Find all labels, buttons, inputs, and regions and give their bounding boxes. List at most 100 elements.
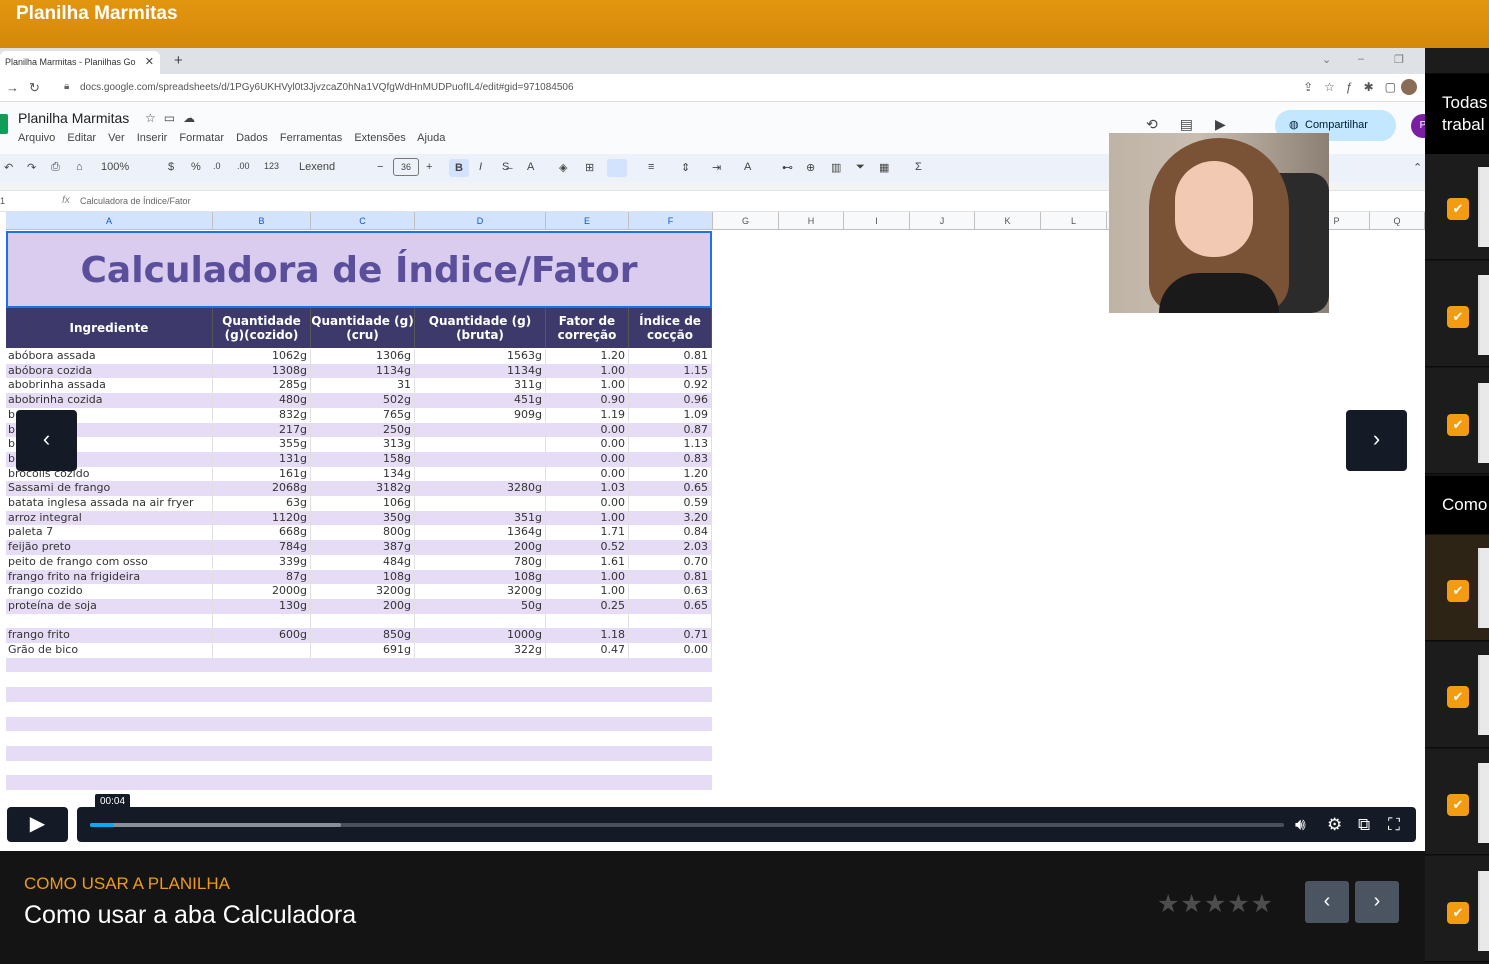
sheet-banner[interactable]: Calculadora de Índice/Fator: [6, 231, 712, 308]
table-cell[interactable]: 161g: [213, 466, 311, 482]
menu-item[interactable]: Extensões: [354, 132, 405, 144]
table-cell[interactable]: 0.00: [546, 451, 629, 467]
column-header[interactable]: L: [1041, 212, 1107, 230]
table-cell[interactable]: 1.71: [546, 525, 629, 541]
lesson-item[interactable]: ✔: [1425, 642, 1489, 748]
table-cell[interactable]: 1000g: [415, 628, 546, 643]
column-header[interactable]: I: [844, 212, 910, 230]
font-size-input[interactable]: 36: [393, 158, 419, 176]
table-cell[interactable]: 1308g: [213, 363, 311, 379]
table-cell[interactable]: 350g: [311, 510, 415, 526]
table-cell[interactable]: 3280g: [415, 481, 546, 496]
table-cell[interactable]: 909g: [415, 407, 546, 423]
table-cell[interactable]: 784g: [213, 540, 311, 555]
column-header[interactable]: K: [975, 212, 1041, 230]
table-row[interactable]: feijão preto 784g 387g 200g 0.52 2.03: [6, 540, 712, 555]
table-row[interactable]: frango cozido 2000g 3200g 3200g 1.00 0.63: [6, 584, 712, 599]
table-cell[interactable]: 780g: [415, 554, 546, 570]
table-cell[interactable]: [415, 451, 546, 467]
column-header[interactable]: E: [546, 212, 629, 230]
table-cell[interactable]: 0.59: [629, 496, 712, 511]
minimize-icon[interactable]: –: [1358, 53, 1364, 65]
zoom-select[interactable]: 100%: [101, 161, 129, 173]
table-cell[interactable]: peito de frango com osso: [6, 554, 213, 570]
table-cell[interactable]: abóbora assada: [6, 349, 213, 364]
rating-stars[interactable]: ★★★★★: [1157, 889, 1274, 919]
browser-tab[interactable]: Planilha Marmitas - Planilhas Go ✕: [0, 51, 160, 74]
text-color-icon[interactable]: A: [527, 161, 534, 173]
table-cell[interactable]: 158g: [311, 451, 415, 467]
table-cell[interactable]: frango frito na frigideira: [6, 569, 213, 585]
table-cell[interactable]: 0.92: [629, 378, 712, 394]
table-cell[interactable]: feijão preto: [6, 540, 213, 555]
wrap-icon[interactable]: ⇥: [712, 161, 721, 174]
sheets-logo-icon[interactable]: [0, 114, 8, 134]
table-cell[interactable]: 1.20: [546, 349, 629, 364]
table-cell[interactable]: 1.00: [546, 510, 629, 526]
lesson-item[interactable]: ✔: [1425, 749, 1489, 855]
table-row[interactable]: brócolis cozido 161g 134g 0.00 1.20: [6, 466, 712, 482]
chevron-down-icon[interactable]: ⌄: [1322, 53, 1331, 66]
table-cell[interactable]: 1134g: [415, 363, 546, 379]
table-cell[interactable]: proteína de soja: [6, 598, 213, 614]
table-cell[interactable]: [415, 613, 546, 629]
table-row[interactable]: [6, 613, 712, 629]
restore-icon[interactable]: ❐: [1394, 53, 1404, 66]
menu-item[interactable]: Formatar: [179, 132, 224, 144]
percent-format[interactable]: %: [191, 161, 201, 173]
table-cell[interactable]: 1.00: [546, 378, 629, 394]
table-cell[interactable]: 87g: [213, 569, 311, 585]
table-cell[interactable]: 1.15: [629, 363, 712, 379]
menu-item[interactable]: Ferramentas: [280, 132, 342, 144]
previous-slide-button[interactable]: ‹: [16, 410, 77, 471]
table-cell[interactable]: 3.20: [629, 510, 712, 526]
table-cell[interactable]: 134g: [311, 466, 415, 482]
table-cell[interactable]: 200g: [415, 540, 546, 555]
column-header[interactable]: G: [713, 212, 779, 230]
table-cell[interactable]: 1.03: [546, 481, 629, 496]
table-cell[interactable]: 0.71: [629, 628, 712, 643]
next-slide-button[interactable]: ›: [1346, 410, 1407, 471]
menu-item[interactable]: Editar: [67, 132, 96, 144]
menu-item[interactable]: Inserir: [137, 132, 168, 144]
table-cell[interactable]: 451g: [415, 393, 546, 408]
table-cell[interactable]: [415, 466, 546, 482]
history-comment-meet-icons[interactable]: ⟲▤▶: [1146, 116, 1248, 133]
table-cell[interactable]: [415, 422, 546, 438]
filter-icon[interactable]: ⏷: [856, 161, 865, 174]
table-cell[interactable]: [546, 613, 629, 629]
table-cell[interactable]: 0.63: [629, 584, 712, 599]
table-cell[interactable]: 0.87: [629, 422, 712, 438]
table-cell[interactable]: 480g: [213, 393, 311, 408]
table-cell[interactable]: [415, 437, 546, 452]
new-tab-icon[interactable]: +: [174, 52, 183, 69]
table-row[interactable]: frango frito 600g 850g 1000g 1.18 0.71: [6, 628, 712, 643]
picture-in-picture-icon[interactable]: ⧉: [1358, 815, 1370, 835]
table-cell[interactable]: 1.00: [546, 363, 629, 379]
merge-cells-icon[interactable]: [607, 159, 627, 177]
table-cell[interactable]: 108g: [415, 569, 546, 585]
table-cell[interactable]: 131g: [213, 451, 311, 467]
bold-button[interactable]: B: [449, 159, 469, 177]
table-cell[interactable]: 63g: [213, 496, 311, 511]
empty-row[interactable]: [6, 731, 712, 746]
back-forward-reload-icons[interactable]: →↻: [6, 80, 50, 96]
column-header[interactable]: F: [629, 212, 713, 230]
table-row[interactable]: Grão de bico 691g 322g 0.47 0.00: [6, 643, 712, 658]
strikethrough-icon[interactable]: S̶: [502, 161, 509, 173]
table-cell[interactable]: 351g: [415, 510, 546, 526]
empty-row[interactable]: [6, 775, 712, 790]
column-header[interactable]: A: [6, 212, 213, 230]
table-cell[interactable]: 0.25: [546, 598, 629, 614]
table-cell[interactable]: 2000g: [213, 584, 311, 599]
video-player[interactable]: Planilha Marmitas - Planilhas Go ✕ + ⌄ –…: [0, 48, 1425, 851]
font-size-minus-icon[interactable]: −: [377, 161, 383, 173]
close-icon[interactable]: ✕: [145, 55, 154, 68]
column-header[interactable]: J: [910, 212, 975, 230]
table-cell[interactable]: 130g: [213, 598, 311, 614]
comment-icon[interactable]: ⊕: [806, 161, 815, 174]
paint-format-icon[interactable]: ⌂: [76, 161, 83, 173]
table-cell[interactable]: 31: [311, 378, 415, 394]
table-cell[interactable]: 1.00: [546, 569, 629, 585]
redo-icon[interactable]: ↷: [27, 161, 36, 174]
